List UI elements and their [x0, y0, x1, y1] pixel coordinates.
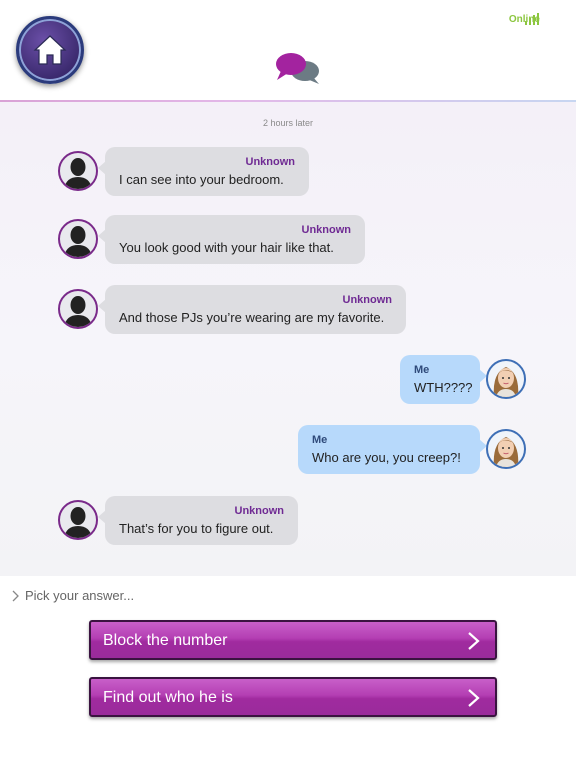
message-bubble: Me Who are you, you creep?! [298, 425, 487, 474]
sender-name: Unknown [245, 156, 296, 168]
sender-name: Me [312, 434, 328, 446]
message-text: I can see into your bedroom. [119, 172, 284, 187]
chat-bubbles-icon [276, 53, 319, 84]
me-avatar [486, 429, 526, 469]
unknown-avatar [58, 219, 98, 259]
message-text: That’s for you to figure out. [119, 521, 274, 536]
unknown-avatar [58, 289, 98, 329]
message-text: You look good with your hair like that. [119, 240, 334, 255]
answer-panel: Pick your answer... Block the number Fin… [0, 576, 576, 768]
app-header: Online [0, 0, 576, 102]
answer-option-label: Block the number [103, 632, 228, 649]
message-bubble: Unknown That’s for you to figure out. [98, 496, 298, 545]
message-bubble: Unknown And those PJs you’re wearing are… [98, 285, 406, 334]
sender-name: Unknown [301, 224, 352, 236]
message-text: Who are you, you creep?! [312, 450, 461, 465]
chevron-right-icon [468, 632, 480, 650]
me-avatar [486, 359, 526, 399]
answer-prompt: Pick your answer... [12, 588, 134, 603]
message-text: And those PJs you’re wearing are my favo… [119, 310, 385, 325]
answer-option-find-out[interactable]: Find out who he is [89, 677, 497, 717]
chevron-right-icon [468, 689, 480, 707]
home-icon [33, 35, 67, 65]
silhouette-icon [64, 226, 92, 257]
girl-avatar-icon [493, 367, 519, 397]
answer-prompt-text: Pick your answer... [25, 588, 135, 603]
girl-avatar-icon [493, 437, 519, 467]
message-bubble: Unknown I can see into your bedroom. [98, 147, 309, 196]
sender-name: Me [414, 364, 430, 376]
silhouette-icon [64, 296, 92, 327]
signal-bars-icon [525, 13, 539, 25]
chevron-right-icon [12, 590, 19, 601]
answer-option-label: Find out who he is [103, 689, 233, 706]
silhouette-icon [64, 158, 92, 189]
message-text: WTH???? [414, 380, 473, 395]
chat-thread[interactable]: 2 hours later Unknown I can see into you… [0, 102, 576, 576]
sender-name: Unknown [234, 505, 285, 517]
answer-option-block-number[interactable]: Block the number [89, 620, 497, 660]
message-bubble: Unknown You look good with your hair lik… [98, 215, 365, 264]
time-separator: 2 hours later [262, 118, 314, 128]
silhouette-icon [64, 507, 92, 538]
unknown-avatar [58, 151, 98, 191]
home-button[interactable] [16, 16, 84, 84]
unknown-avatar [58, 500, 98, 540]
sender-name: Unknown [342, 294, 393, 306]
message-bubble: Me WTH???? [400, 355, 487, 404]
